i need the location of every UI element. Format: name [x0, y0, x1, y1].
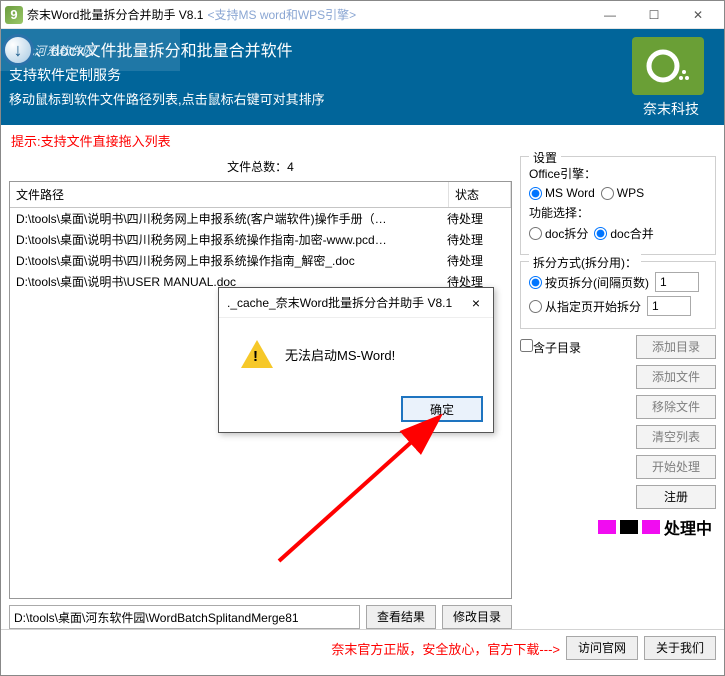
error-dialog: ._cache_奈末Word批量拆分合并助手 V8.1 × 无法启动MS-Wor… [218, 287, 494, 433]
file-count-value: 4 [287, 160, 294, 174]
radio-icon[interactable] [529, 300, 542, 313]
include-subdir-checkbox[interactable]: 含子目录 [520, 339, 581, 356]
engine-wps-radio[interactable]: WPS [601, 186, 644, 200]
about-button[interactable]: 关于我们 [644, 636, 716, 660]
dialog-title: ._cache_奈末Word批量拆分合并助手 V8.1 [227, 294, 467, 311]
window-subtitle: <支持MS word和WPS引擎> [207, 6, 356, 23]
cell-status: 待处理 [447, 231, 505, 248]
split-group: 拆分方式(拆分用)： 按页拆分(间隔页数) 从指定页开始拆分 [520, 261, 716, 329]
drag-hint: 提示:支持文件直接拖入列表 [1, 125, 724, 156]
visit-site-button[interactable]: 访问官网 [566, 636, 638, 660]
status-box-icon [642, 520, 660, 534]
cell-path: D:\tools\桌面\说明书\四川税务网上申报系统操作指南_解密_.doc [16, 252, 447, 269]
add-dir-button[interactable]: 添加目录 [636, 335, 716, 359]
start-button[interactable]: 开始处理 [636, 455, 716, 479]
close-button[interactable]: ✕ [676, 2, 720, 28]
cell-path: D:\tools\桌面\说明书\四川税务网上申报系统(客户端软件)操作手册（… [16, 210, 447, 227]
radio-icon[interactable] [594, 227, 607, 240]
view-result-button[interactable]: 查看结果 [366, 605, 436, 629]
func-label: 功能选择： [529, 204, 707, 221]
table-row[interactable]: D:\tools\桌面\说明书\四川税务网上申报系统(客户端软件)操作手册（… … [10, 208, 511, 229]
table-row[interactable]: D:\tools\桌面\说明书\四川税务网上申报系统操作指南-加密-www.pc… [10, 229, 511, 250]
clear-list-button[interactable]: 清空列表 [636, 425, 716, 449]
settings-group: 设置 Office引擎： MS Word WPS 功能选择： doc拆分 doc… [520, 156, 716, 255]
output-path-input[interactable] [9, 605, 360, 629]
modify-dir-button[interactable]: 修改目录 [442, 605, 512, 629]
radio-icon[interactable] [529, 276, 542, 289]
cell-path: D:\tools\桌面\说明书\四川税务网上申报系统操作指南-加密-www.pc… [16, 231, 447, 248]
warning-icon [241, 340, 273, 368]
func-merge-radio[interactable]: doc合并 [594, 225, 653, 242]
status-box-icon [620, 520, 638, 534]
settings-group-title: 设置 [529, 149, 561, 166]
footer: 奈末官方正版，安全放心，官方下载---> 访问官网 关于我们 [1, 629, 724, 666]
cell-status: 待处理 [447, 252, 505, 269]
radio-icon[interactable] [601, 187, 614, 200]
engine-msword-radio[interactable]: MS Word [529, 186, 595, 200]
watermark: ↓ 河东软件园 [0, 29, 180, 71]
split-from-page-radio[interactable]: 从指定页开始拆分 [529, 298, 641, 315]
radio-icon[interactable] [529, 187, 542, 200]
split-page-value[interactable] [655, 272, 699, 292]
dialog-message: 无法启动MS-Word! [285, 345, 395, 364]
add-file-button[interactable]: 添加文件 [636, 365, 716, 389]
file-count: 文件总数：4 [9, 156, 512, 181]
watermark-text: 河东软件园 [34, 42, 94, 59]
dialog-ok-button[interactable]: 确定 [401, 396, 483, 422]
brand-name: 奈末科技 [632, 99, 710, 119]
status-text: 处理中 [664, 515, 712, 539]
dialog-close-button[interactable]: × [467, 295, 485, 311]
banner: ↓ 河东软件园 doc、docx文件批量拆分和批量合并软件 支持软件定制服务 移… [1, 29, 724, 125]
col-path[interactable]: 文件路径 [10, 182, 449, 207]
footer-text: 奈末官方正版，安全放心，官方下载---> [331, 639, 560, 658]
checkbox-icon[interactable] [520, 339, 533, 352]
col-status[interactable]: 状态 [449, 182, 511, 207]
banner-line3: 移动鼠标到软件文件路径列表,点击鼠标右键可对其排序 [9, 89, 632, 108]
table-row[interactable]: D:\tools\桌面\说明书\四川税务网上申报系统操作指南_解密_.doc 待… [10, 250, 511, 271]
register-button[interactable]: 注册 [636, 485, 716, 509]
engine-label: Office引擎： [529, 165, 707, 182]
watermark-icon: ↓ [2, 34, 34, 66]
brand-logo-icon [632, 37, 704, 95]
split-group-title: 拆分方式(拆分用)： [529, 254, 641, 271]
split-from-value[interactable] [647, 296, 691, 316]
split-by-page-radio[interactable]: 按页拆分(间隔页数) [529, 274, 649, 291]
maximize-button[interactable]: ☐ [632, 2, 676, 28]
cell-status: 待处理 [447, 210, 505, 227]
minimize-button[interactable]: — [588, 2, 632, 28]
titlebar: 9 奈末Word批量拆分合并助手 V8.1 <支持MS word和WPS引擎> … [1, 1, 724, 29]
table-header: 文件路径 状态 [10, 182, 511, 208]
remove-file-button[interactable]: 移除文件 [636, 395, 716, 419]
status-box-icon [598, 520, 616, 534]
radio-icon[interactable] [529, 227, 542, 240]
app-logo-icon: 9 [5, 6, 23, 24]
processing-status: 处理中 [520, 515, 716, 539]
window-title: 奈末Word批量拆分合并助手 V8.1 [27, 6, 203, 23]
func-split-radio[interactable]: doc拆分 [529, 225, 588, 242]
file-count-label: 文件总数： [227, 160, 287, 174]
